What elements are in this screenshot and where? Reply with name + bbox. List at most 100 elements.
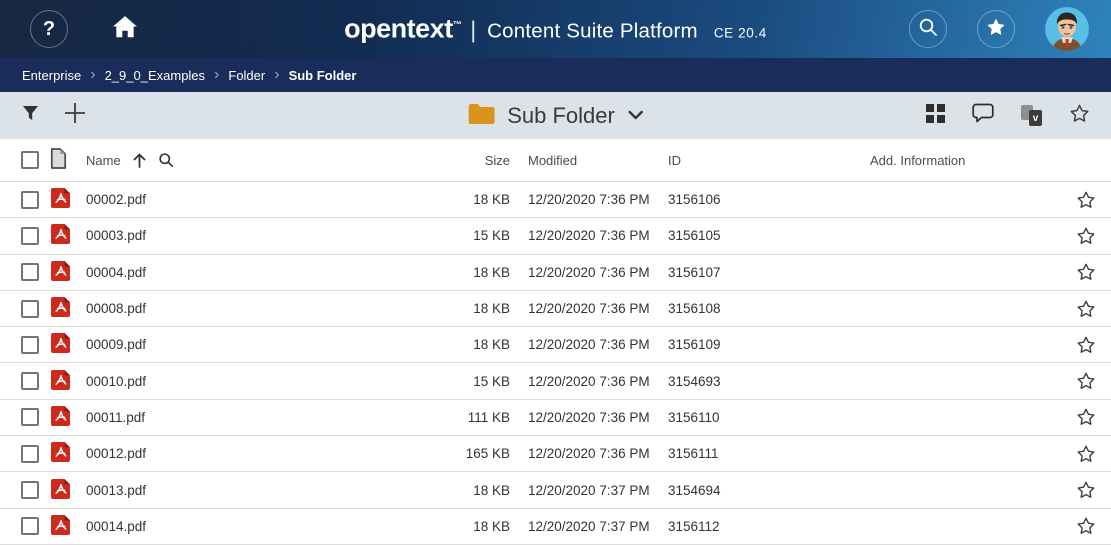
table-row[interactable]: 00008.pdf 18 KB 12/20/2020 7:36 PM 31561… xyxy=(0,291,1111,327)
pdf-file-icon xyxy=(50,223,72,248)
favorites-button[interactable] xyxy=(977,10,1015,48)
row-checkbox[interactable] xyxy=(21,227,39,245)
file-name-cell: 00009.pdf xyxy=(86,337,430,352)
modified-column-header[interactable]: Modified xyxy=(510,153,650,168)
id-column-header[interactable]: ID xyxy=(650,153,860,168)
logo-divider: | xyxy=(470,17,476,44)
file-id: 3156109 xyxy=(650,337,860,352)
file-id: 3156112 xyxy=(650,519,860,534)
row-favorite-star-icon[interactable] xyxy=(1076,444,1096,464)
file-name-link[interactable]: 00014.pdf xyxy=(86,519,146,534)
row-favorite-star-icon[interactable] xyxy=(1076,262,1096,282)
table-row[interactable]: 00002.pdf 18 KB 12/20/2020 7:36 PM 31561… xyxy=(0,182,1111,218)
help-button[interactable]: ? xyxy=(30,10,68,48)
row-type-cell xyxy=(50,514,86,539)
file-name-link[interactable]: 00012.pdf xyxy=(86,446,146,461)
avatar-image xyxy=(1045,7,1089,51)
view-mode-button[interactable] xyxy=(926,104,945,128)
file-size: 18 KB xyxy=(430,519,510,534)
row-favorite-star-icon[interactable] xyxy=(1076,516,1096,536)
file-id: 3154694 xyxy=(650,483,860,498)
type-column-header[interactable] xyxy=(50,148,86,172)
column-search-icon[interactable] xyxy=(158,152,174,168)
breadcrumb-separator-icon: › xyxy=(214,67,219,83)
row-checkbox[interactable] xyxy=(21,445,39,463)
file-name-link[interactable]: 00003.pdf xyxy=(86,228,146,243)
row-favorite-star-icon[interactable] xyxy=(1076,299,1096,319)
row-favorite-cell xyxy=(1061,190,1111,210)
table-row[interactable]: 00012.pdf 165 KB 12/20/2020 7:36 PM 3156… xyxy=(0,436,1111,472)
table-row[interactable]: 00003.pdf 15 KB 12/20/2020 7:36 PM 31561… xyxy=(0,218,1111,254)
row-checkbox[interactable] xyxy=(21,481,39,499)
table-row[interactable]: 00010.pdf 15 KB 12/20/2020 7:36 PM 31546… xyxy=(0,363,1111,399)
table-row[interactable]: 00009.pdf 18 KB 12/20/2020 7:36 PM 31561… xyxy=(0,327,1111,363)
versions-button[interactable]: v xyxy=(1021,105,1042,126)
file-id: 3156108 xyxy=(650,301,860,316)
toolbar-right-actions: v xyxy=(926,103,1090,129)
file-modified-date: 12/20/2020 7:37 PM xyxy=(510,519,650,534)
file-modified-date: 12/20/2020 7:36 PM xyxy=(510,374,650,389)
file-size: 18 KB xyxy=(430,301,510,316)
name-column-label[interactable]: Name xyxy=(86,153,121,168)
user-avatar[interactable] xyxy=(1045,7,1089,51)
breadcrumb-item-folder[interactable]: Folder xyxy=(228,68,265,83)
row-checkbox[interactable] xyxy=(21,300,39,318)
file-name-link[interactable]: 00010.pdf xyxy=(86,374,146,389)
row-checkbox[interactable] xyxy=(21,336,39,354)
file-id: 3156107 xyxy=(650,265,860,280)
row-favorite-star-icon[interactable] xyxy=(1076,335,1096,355)
select-all-checkbox[interactable] xyxy=(21,151,39,169)
row-checkbox-cell xyxy=(0,300,50,318)
toolbar-left-actions xyxy=(22,101,87,130)
row-type-cell xyxy=(50,478,86,503)
favorite-toggle-button[interactable] xyxy=(1069,103,1090,129)
row-favorite-cell xyxy=(1061,480,1111,500)
row-favorite-cell xyxy=(1061,299,1111,319)
row-checkbox-cell xyxy=(0,517,50,535)
row-type-cell xyxy=(50,332,86,357)
row-checkbox-cell xyxy=(0,481,50,499)
row-checkbox-cell xyxy=(0,408,50,426)
file-name-link[interactable]: 00002.pdf xyxy=(86,192,146,207)
row-checkbox[interactable] xyxy=(21,263,39,281)
app-logo: opentext™ | Content Suite Platform CE 20… xyxy=(344,14,767,45)
file-name-link[interactable]: 00011.pdf xyxy=(86,410,145,425)
top-header-bar: ? opentext™ | Content Suite Platform CE … xyxy=(0,0,1111,58)
row-checkbox[interactable] xyxy=(21,191,39,209)
file-name-cell: 00011.pdf xyxy=(86,410,430,425)
folder-toolbar: Sub Folder v xyxy=(0,92,1111,139)
breadcrumb-item-enterprise[interactable]: Enterprise xyxy=(22,68,81,83)
breadcrumb-item-examples[interactable]: 2_9_0_Examples xyxy=(105,68,205,83)
file-name-link[interactable]: 00008.pdf xyxy=(86,301,146,316)
folder-title-dropdown[interactable]: Sub Folder xyxy=(467,103,644,129)
row-favorite-star-icon[interactable] xyxy=(1076,226,1096,246)
file-id: 3156110 xyxy=(650,410,860,425)
size-column-header[interactable]: Size xyxy=(430,153,510,168)
addinfo-column-header[interactable]: Add. Information xyxy=(860,153,1061,168)
header-actions xyxy=(909,7,1089,51)
row-checkbox[interactable] xyxy=(21,372,39,390)
filter-button[interactable] xyxy=(22,105,39,126)
file-name-link[interactable]: 00004.pdf xyxy=(86,265,146,280)
table-row[interactable]: 00014.pdf 18 KB 12/20/2020 7:37 PM 31561… xyxy=(0,509,1111,545)
row-checkbox[interactable] xyxy=(21,517,39,535)
file-name-link[interactable]: 00009.pdf xyxy=(86,337,146,352)
row-checkbox[interactable] xyxy=(21,408,39,426)
pdf-file-icon xyxy=(50,187,72,212)
file-name-link[interactable]: 00013.pdf xyxy=(86,483,146,498)
table-row[interactable]: 00004.pdf 18 KB 12/20/2020 7:36 PM 31561… xyxy=(0,255,1111,291)
search-button[interactable] xyxy=(909,10,947,48)
row-checkbox-cell xyxy=(0,263,50,281)
comments-button[interactable] xyxy=(972,103,994,128)
add-item-button[interactable] xyxy=(63,101,87,130)
row-favorite-star-icon[interactable] xyxy=(1076,190,1096,210)
sort-ascending-icon[interactable] xyxy=(133,153,146,168)
row-favorite-cell xyxy=(1061,516,1111,536)
file-list: 00002.pdf 18 KB 12/20/2020 7:36 PM 31561… xyxy=(0,182,1111,545)
row-favorite-star-icon[interactable] xyxy=(1076,480,1096,500)
row-favorite-star-icon[interactable] xyxy=(1076,407,1096,427)
home-button[interactable] xyxy=(106,10,144,48)
table-row[interactable]: 00011.pdf 111 KB 12/20/2020 7:36 PM 3156… xyxy=(0,400,1111,436)
row-favorite-star-icon[interactable] xyxy=(1076,371,1096,391)
table-row[interactable]: 00013.pdf 18 KB 12/20/2020 7:37 PM 31546… xyxy=(0,472,1111,508)
